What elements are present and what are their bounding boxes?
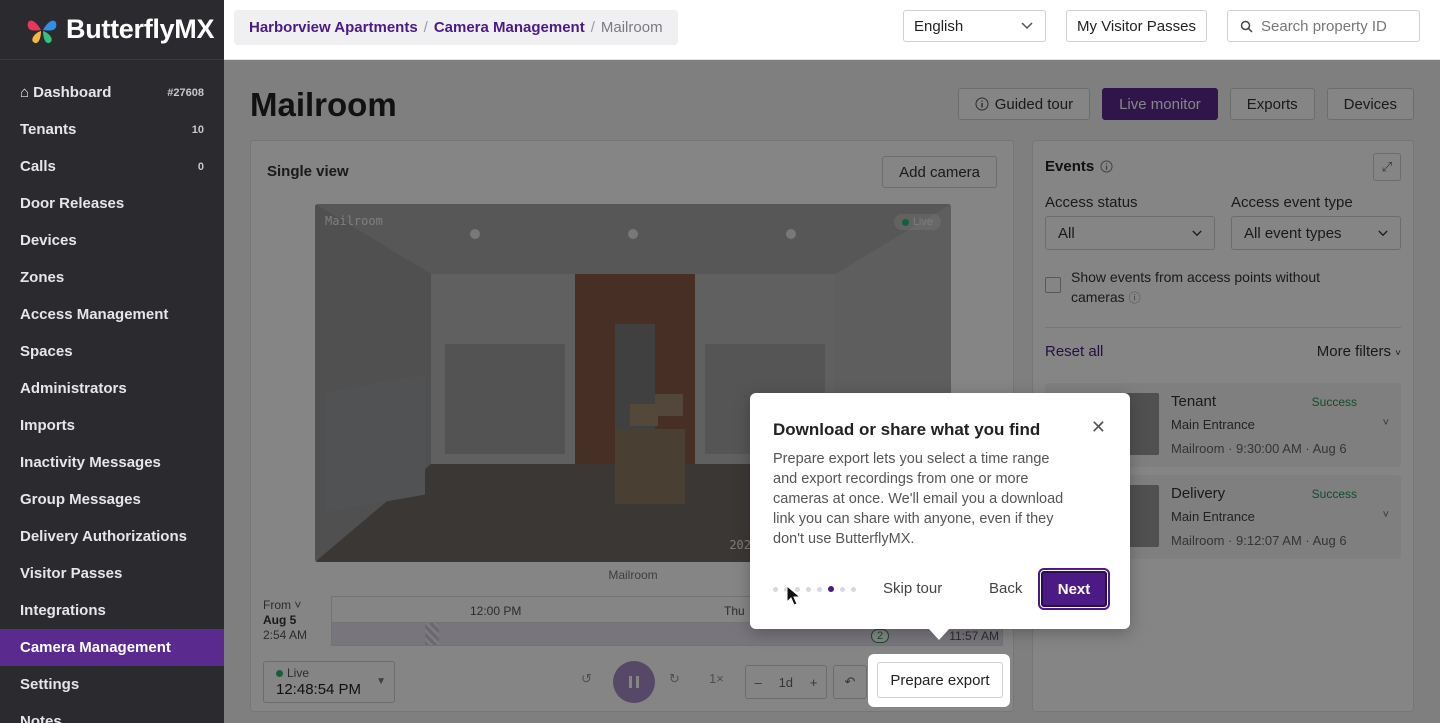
popover-arrow [928, 628, 950, 640]
sidebar-item-label: Delivery Authorizations [20, 528, 187, 545]
sidebar-item-label: Calls [20, 158, 56, 175]
tour-body: Prepare export lets you select a time ra… [773, 451, 1064, 547]
language-select[interactable]: English [903, 10, 1046, 42]
sidebar-item-label: Group Messages [20, 491, 141, 508]
breadcrumb-separator: / [423, 19, 428, 36]
mouse-cursor-icon [786, 585, 802, 606]
sidebar-item-calls[interactable]: Calls 0 [0, 148, 224, 185]
sidebar-item-integrations[interactable]: Integrations [0, 592, 224, 629]
tour-popover: Download or share what you find ✕ Prepar… [750, 393, 1130, 629]
sidebar-item-label: Door Releases [20, 195, 125, 212]
sidebar-item-label: Camera Management [20, 639, 171, 656]
back-button[interactable]: Back [989, 580, 1022, 597]
tour-progress-dot [828, 586, 834, 592]
sidebar-item-notes[interactable]: Notes [0, 703, 224, 723]
sidebar-item-label: Dashboard [33, 84, 112, 101]
prepare-export-button[interactable]: Prepare export [877, 662, 1003, 698]
sidebar-item-administrators[interactable]: Administrators [0, 370, 224, 407]
sidebar-item-label: Administrators [20, 380, 127, 397]
sidebar-item-inactivity-messages[interactable]: Inactivity Messages [0, 444, 224, 481]
top-bar: Harborview Apartments / Camera Managemen… [224, 0, 1440, 60]
search-icon [1240, 20, 1253, 33]
my-visitor-passes-button[interactable]: My Visitor Passes [1066, 10, 1207, 42]
sidebar-item-camera-management[interactable]: Camera Management [0, 629, 224, 666]
sidebar-item-imports[interactable]: Imports [0, 407, 224, 444]
tour-progress-dot [773, 586, 778, 592]
sidebar: ButterflyMX ⌂ Dashboard #27608 Tenants 10… [0, 0, 224, 723]
sidebar-item-label: Tenants [20, 121, 77, 138]
count-badge: 0 [197, 160, 204, 173]
home-icon: ⌂ [20, 84, 30, 101]
sidebar-item-label: Spaces [20, 343, 73, 360]
sidebar-item-label: Notes [20, 713, 62, 723]
sidebar-item-label: Settings [20, 676, 80, 693]
sidebar-item-delivery-authorizations[interactable]: Delivery Authorizations [0, 518, 224, 555]
sidebar-item-settings[interactable]: Settings [0, 666, 224, 703]
sidebar-item-zones[interactable]: Zones [0, 259, 224, 296]
search-placeholder: Search property ID [1261, 17, 1387, 35]
brand-logo[interactable]: ButterflyMX [0, 0, 224, 60]
tour-progress-dot [806, 586, 811, 592]
breadcrumb: Harborview Apartments / Camera Managemen… [234, 10, 678, 45]
sidebar-item-tenants[interactable]: Tenants 10 [0, 111, 224, 148]
sidebar-item-label: Inactivity Messages [20, 454, 161, 471]
sidebar-item-label: Imports [20, 417, 76, 434]
sidebar-item-group-messages[interactable]: Group Messages [0, 481, 224, 518]
count-badge: 10 [191, 123, 204, 136]
breadcrumb-property-link[interactable]: Harborview Apartments [249, 19, 418, 36]
tour-progress-dot [851, 586, 856, 592]
sidebar-item-label: Integrations [20, 602, 106, 619]
skip-tour-button[interactable]: Skip tour [883, 580, 942, 597]
close-icon[interactable]: ✕ [1091, 417, 1106, 438]
sidebar-item-visitor-passes[interactable]: Visitor Passes [0, 555, 224, 592]
sidebar-item-label: Zones [20, 269, 65, 286]
breadcrumb-camera-management-link[interactable]: Camera Management [434, 19, 585, 36]
breadcrumb-separator: / [590, 19, 595, 36]
sidebar-nav: ⌂ Dashboard #27608 Tenants 10 Calls 0 Doo… [0, 60, 224, 723]
sidebar-item-access-management[interactable]: Access Management [0, 296, 224, 333]
butterfly-logo-icon [27, 20, 57, 43]
sidebar-item-door-releases[interactable]: Door Releases [0, 185, 224, 222]
sidebar-item-spaces[interactable]: Spaces [0, 333, 224, 370]
language-value: English [914, 17, 964, 35]
sidebar-item-dashboard[interactable]: ⌂ Dashboard #27608 [0, 74, 224, 111]
property-id-badge: #27608 [167, 86, 204, 99]
breadcrumb-current: Mailroom [600, 19, 663, 36]
sidebar-item-label: Visitor Passes [20, 565, 123, 582]
tour-progress-dot [817, 586, 822, 592]
sidebar-item-label: Access Management [20, 306, 169, 323]
tour-progress-dot [840, 586, 845, 592]
brand-name: ButterflyMX [66, 14, 215, 44]
search-input[interactable]: Search property ID [1227, 10, 1420, 42]
sidebar-item-devices[interactable]: Devices [0, 222, 224, 259]
tour-title: Download or share what you find [773, 420, 1041, 439]
chevron-down-icon [1021, 22, 1033, 30]
sidebar-item-label: Devices [20, 232, 77, 249]
next-button[interactable]: Next [1038, 568, 1110, 610]
